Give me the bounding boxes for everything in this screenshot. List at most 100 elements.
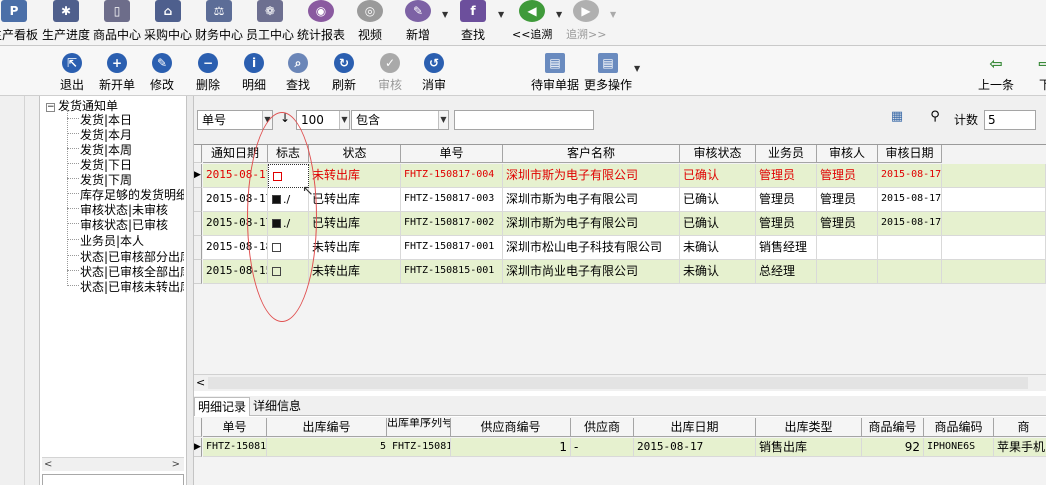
col-outbound-seq[interactable]: 出库单序列号 [387, 418, 451, 437]
trace-back-button[interactable]: ◀ <<追溯 [512, 0, 552, 46]
scroll-right-icon[interactable]: > [172, 458, 180, 472]
find-dropdown-arrow-icon[interactable]: ▼ [498, 10, 504, 19]
cell-filler [942, 188, 1046, 212]
cell-auditor [817, 236, 878, 260]
chevron-down-icon[interactable]: ▼ [438, 111, 448, 129]
table-row[interactable]: ▶ 2015-08-17 未转出库 FHTZ-150817-004 深圳市斯为电… [194, 164, 1046, 188]
col-order-no[interactable]: 单号 [203, 418, 267, 437]
module-statistics-report[interactable]: ◉ 统计报表 [297, 0, 345, 46]
col-audit-status[interactable]: 审核状态 [680, 145, 756, 163]
table-row[interactable]: 2015-08-15 未转出库 FHTZ-150815-001 深圳市尚业电子有… [194, 260, 1046, 284]
cell-auditor [817, 260, 878, 284]
tree-branch [67, 133, 79, 134]
next-record-button[interactable]: ⇨ 下 [1030, 49, 1046, 93]
col-status[interactable]: 状态 [309, 145, 401, 163]
edit-button[interactable]: ✎ 修改 [144, 49, 180, 93]
previous-record-button[interactable]: ⇦ 上一条 [976, 49, 1016, 93]
col-auditor[interactable]: 审核人 [817, 145, 878, 163]
module-production-progress[interactable]: ✱ 生产进度 [42, 0, 90, 46]
module-purchase-center[interactable]: ⌂ 采购中心 [144, 0, 192, 46]
search-icon: ⌕ [288, 53, 308, 73]
cell-salesperson: 管理员 [756, 188, 817, 212]
filter-bar: 单号 ▼ ↓ 100 ▼ 包含 ▼ ▦ ⚲ 计数 5 [194, 96, 1046, 144]
col-order-no[interactable]: 单号 [401, 145, 503, 163]
scrollbar-thumb[interactable] [208, 377, 1028, 389]
collapse-toggle-icon[interactable]: − [46, 103, 55, 112]
prev-arrow-icon: ⇦ [989, 53, 1003, 73]
trace-back-dropdown-arrow-icon[interactable]: ▼ [556, 10, 562, 19]
panel-splitter[interactable] [186, 96, 194, 485]
table-row[interactable]: 2015-08-17 ./ 已转出库 FHTZ-150817-003 深圳市斯为… [194, 188, 1046, 212]
tree-bottom-box [42, 474, 184, 485]
column-settings-icon[interactable]: ▦ [888, 109, 906, 127]
tree-branch [67, 255, 79, 256]
module-staff-center[interactable]: ❁ 员工中心 [246, 0, 294, 46]
trace-forward-button[interactable]: ▶ 追溯>> [566, 0, 606, 46]
refresh-button[interactable]: ↻ 刷新 [326, 49, 362, 93]
col-outbound-type[interactable]: 出库类型 [756, 418, 862, 437]
module-product-center[interactable]: ▯ 商品中心 [93, 0, 141, 46]
filter-field-select[interactable]: 单号 ▼ [197, 110, 273, 130]
table-row[interactable]: 2015-08-18 未转出库 FHTZ-150817-001 深圳市松山电子科… [194, 236, 1046, 260]
tab-detail-info[interactable]: 详细信息 [250, 397, 304, 416]
plus-icon: + [107, 53, 127, 73]
col-salesperson[interactable]: 业务员 [756, 145, 817, 163]
unaudit-button[interactable]: ↺ 消审 [416, 49, 452, 93]
new-order-button[interactable]: + 新开单 [96, 49, 138, 93]
more-actions-dropdown-arrow-icon[interactable]: ▼ [634, 64, 640, 73]
match-operator-select[interactable]: 包含 ▼ [351, 110, 449, 130]
chevron-down-icon[interactable]: ▼ [339, 111, 349, 129]
record-limit-select[interactable]: 100 ▼ [296, 110, 350, 130]
left-panel: − 发货通知单 发货|本日 发货|本月 发货|本周 发货|下日 发货|下周 库存足… [0, 96, 186, 485]
scroll-left-icon[interactable]: < [196, 375, 205, 391]
tab-detail-records[interactable]: 明细记录 [194, 397, 251, 416]
detail-table-row[interactable]: ▶ FHTZ-150817 5 FHTZ-150817 1 - 2015-08-… [194, 438, 1046, 462]
module-production-board[interactable]: P 生产看板 [0, 0, 38, 46]
find-menu-button[interactable]: f 查找 [455, 0, 491, 46]
left-strip-scrollbar[interactable] [24, 96, 38, 485]
col-supplier[interactable]: 供应商 [571, 418, 634, 437]
col-outbound-date[interactable]: 出库日期 [634, 418, 756, 437]
col-goods-name[interactable]: 商 [994, 418, 1046, 437]
trace-forward-dropdown-arrow-icon[interactable]: ▼ [610, 10, 616, 19]
cell-audit-date [878, 236, 942, 260]
tree-branch [67, 118, 79, 119]
exit-icon: ⇱ [62, 53, 82, 73]
col-audit-date[interactable]: 审核日期 [878, 145, 942, 163]
binoculars-icon[interactable]: ⚲ [926, 109, 944, 127]
filter-value-input[interactable] [454, 110, 594, 130]
pending-documents-button[interactable]: ▤ 待审单据 [528, 49, 582, 93]
table-row[interactable]: 2015-08-17 ./ 已转出库 FHTZ-150817-002 深圳市斯为… [194, 212, 1046, 236]
module-video[interactable]: ◎ 视频 [352, 0, 388, 46]
col-supplier-no[interactable]: 供应商编号 [451, 418, 571, 437]
delete-button[interactable]: − 删除 [190, 49, 226, 93]
search-button[interactable]: ⌕ 查找 [280, 49, 316, 93]
current-row-indicator-icon: ▶ [194, 164, 202, 188]
tree-branch [67, 223, 79, 224]
tree-item[interactable]: 业务员|本人 [80, 232, 144, 249]
cell-customer-name: 深圳市斯为电子有限公司 [503, 188, 680, 212]
grid-horizontal-scrollbar[interactable]: < [194, 374, 1046, 391]
tree-horizontal-scrollbar[interactable]: < > [42, 457, 184, 471]
module-finance-center[interactable]: ⚖ 财务中心 [195, 0, 243, 46]
count-field: 5 [984, 110, 1036, 130]
col-customer-name[interactable]: 客户名称 [503, 145, 680, 163]
detail-button[interactable]: i 明细 [236, 49, 272, 93]
tree-item[interactable]: 审核状态|已审核 [80, 216, 168, 233]
new-menu-button[interactable]: ✎ 新增 [398, 0, 438, 46]
col-outbound-no[interactable]: 出库编号 [267, 418, 387, 437]
more-actions-button[interactable]: ▤ 更多操作 [583, 49, 633, 93]
cell-filler [942, 260, 1046, 284]
left-collapsed-strip [0, 96, 40, 485]
col-goods-no[interactable]: 商品编号 [862, 418, 924, 437]
production-board-icon: P [1, 0, 27, 22]
audit-button[interactable]: ✓ 审核 [372, 49, 408, 93]
tree-item[interactable]: 状态|已审核未转出库 [80, 278, 184, 295]
new-dropdown-arrow-icon[interactable]: ▼ [442, 10, 448, 19]
cell-status: 未转出库 [309, 236, 401, 260]
cell-goods-name: 苹果手机 [994, 438, 1046, 457]
col-goods-code[interactable]: 商品编码 [924, 418, 994, 437]
exit-button[interactable]: ⇱ 退出 [54, 49, 90, 93]
detail-tabs: 明细记录 详细信息 [194, 396, 1046, 416]
scroll-left-icon[interactable]: < [44, 458, 52, 472]
